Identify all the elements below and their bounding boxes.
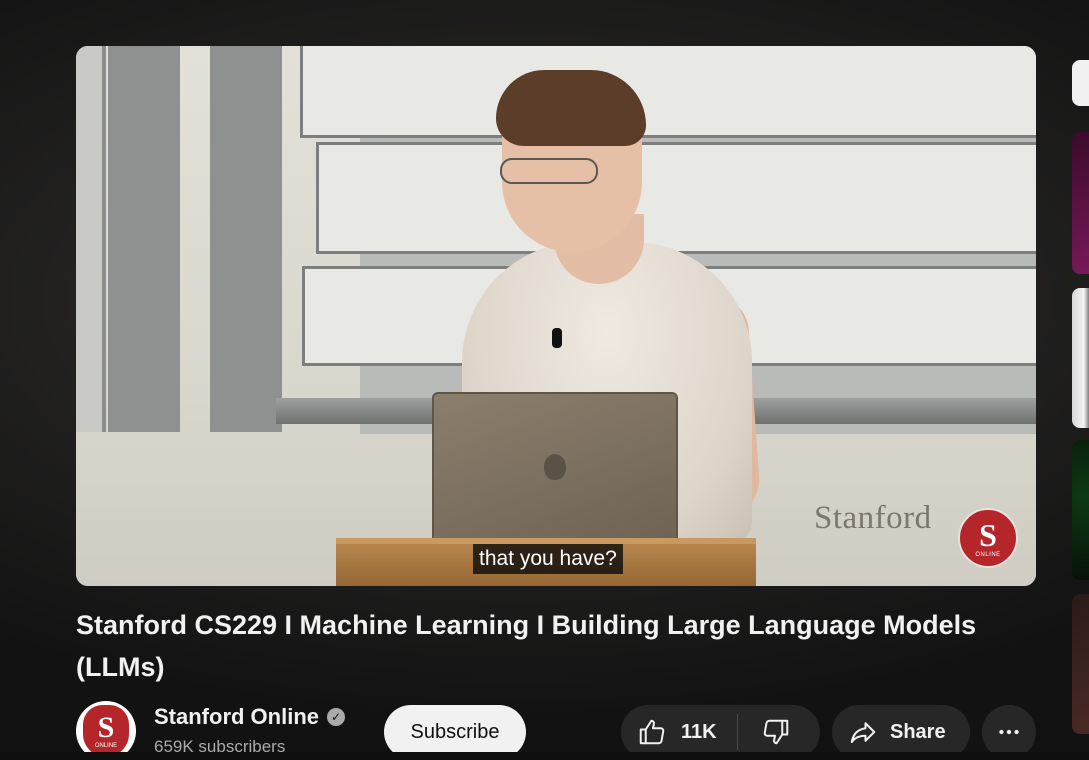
more-actions-button[interactable] — [982, 705, 1036, 759]
video-frame: Stanford S ONLINE — [76, 46, 1036, 586]
verified-check-icon: ✓ — [327, 708, 345, 726]
share-arrow-icon — [848, 717, 878, 747]
recommended-thumbnail[interactable] — [1072, 594, 1089, 734]
filter-chip[interactable] — [1072, 60, 1089, 106]
thumbs-down-icon — [761, 717, 791, 747]
logo-letter: S — [979, 516, 997, 553]
logo-subtext: ONLINE — [975, 551, 1001, 558]
share-label: Share — [890, 720, 946, 743]
recommended-thumbnail[interactable] — [1072, 440, 1089, 580]
dislike-button[interactable] — [738, 705, 814, 759]
channel-name-link[interactable]: Stanford Online ✓ — [154, 704, 345, 730]
stanford-watermark: Stanford — [814, 500, 932, 536]
video-title: Stanford CS229 I Machine Learning I Buil… — [76, 610, 977, 682]
like-dislike-bar: 11K — [621, 705, 820, 759]
stanford-online-logo: S ONLINE — [958, 508, 1018, 568]
like-button[interactable]: 11K — [621, 705, 737, 759]
video-player[interactable]: Stanford S ONLINE that you have? — [76, 46, 1036, 586]
share-button[interactable]: Share — [832, 705, 970, 759]
thumbs-up-icon — [637, 717, 667, 747]
subscribe-button[interactable]: Subscribe — [384, 705, 526, 759]
more-horizontal-icon — [996, 719, 1022, 745]
like-count: 11K — [681, 720, 717, 743]
watch-page: Stanford S ONLINE that you have? Stanfor… — [0, 0, 1089, 760]
apple-logo-icon — [544, 454, 566, 480]
recommended-thumbnail[interactable] — [1072, 132, 1089, 274]
closed-caption: that you have? — [473, 544, 623, 574]
avatar-letter: S — [97, 711, 115, 744]
avatar-subtext: ONLINE — [94, 743, 118, 749]
channel-name: Stanford Online — [154, 704, 319, 729]
bottom-edge — [0, 752, 1089, 760]
recommended-thumbnail[interactable] — [1072, 288, 1089, 428]
